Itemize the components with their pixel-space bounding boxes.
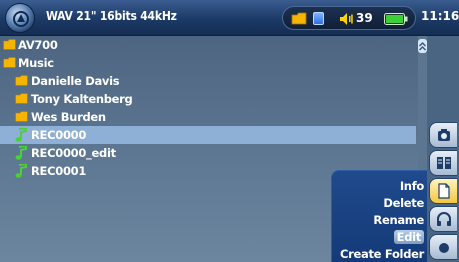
menu-item-edit[interactable]: Edit xyxy=(393,230,424,244)
list-item-folder[interactable]: Tony Kaltenberg xyxy=(0,90,416,108)
music-note-icon xyxy=(15,128,27,142)
list-item-folder[interactable]: Music xyxy=(0,54,416,72)
folder-icon xyxy=(3,39,16,50)
list-item-audio[interactable]: REC0000_edit xyxy=(0,144,416,162)
menu-item-delete[interactable]: Delete xyxy=(383,196,424,210)
item-label: Tony Kaltenberg xyxy=(31,92,133,106)
item-label: Wes Burden xyxy=(31,110,106,124)
list-item-folder[interactable]: Danielle Davis xyxy=(0,72,416,90)
headphones-icon xyxy=(437,212,451,226)
folder-icon xyxy=(15,111,28,122)
menu-item-info[interactable]: Info xyxy=(400,179,424,193)
scroll-up-arrow-icon[interactable] xyxy=(418,39,427,53)
battery-icon xyxy=(384,13,408,25)
item-label: REC0000 xyxy=(31,128,87,142)
menu-item-create-folder[interactable]: Create Folder xyxy=(340,247,424,261)
volume-value: 39 xyxy=(356,11,373,25)
file-info-label: WAV 21" 16bits 44kHz xyxy=(46,9,177,23)
item-label: Music xyxy=(18,56,54,70)
item-label: REC0000_edit xyxy=(31,146,116,160)
music-note-icon xyxy=(15,146,27,160)
record-button[interactable] xyxy=(429,234,457,260)
folder-icon xyxy=(15,75,28,86)
folder-icon xyxy=(291,12,307,25)
camera-icon xyxy=(438,129,450,141)
archos-logo-icon xyxy=(5,3,35,33)
context-menu: Info Delete Rename Edit Create Folder xyxy=(331,170,427,262)
menu-item-rename[interactable]: Rename xyxy=(373,213,424,227)
camera-button[interactable] xyxy=(429,122,457,148)
media-square-icon xyxy=(313,12,324,25)
folder-icon xyxy=(15,93,28,104)
list-item-folder[interactable]: Wes Burden xyxy=(0,108,416,126)
status-bar: WAV 21" 16bits 44kHz 39 11:16 xyxy=(0,0,459,36)
item-label: AV700 xyxy=(18,38,58,52)
two-panels-icon xyxy=(437,157,451,169)
item-label: REC0001 xyxy=(31,164,87,178)
music-note-icon xyxy=(15,164,27,178)
record-icon xyxy=(439,243,449,253)
folder-icon xyxy=(3,57,16,68)
list-item-folder[interactable]: AV700 xyxy=(0,36,416,54)
file-menu-button[interactable] xyxy=(429,178,457,204)
list-item-audio-selected[interactable]: REC0000 xyxy=(0,126,416,144)
speaker-icon xyxy=(340,13,353,25)
file-icon xyxy=(438,183,450,199)
split-view-button[interactable] xyxy=(429,150,457,176)
audio-button[interactable] xyxy=(429,206,457,232)
mode-sidebar xyxy=(427,36,459,262)
status-pill: 39 xyxy=(282,6,416,30)
item-label: Danielle Davis xyxy=(31,74,120,88)
clock: 11:16 xyxy=(421,9,459,23)
